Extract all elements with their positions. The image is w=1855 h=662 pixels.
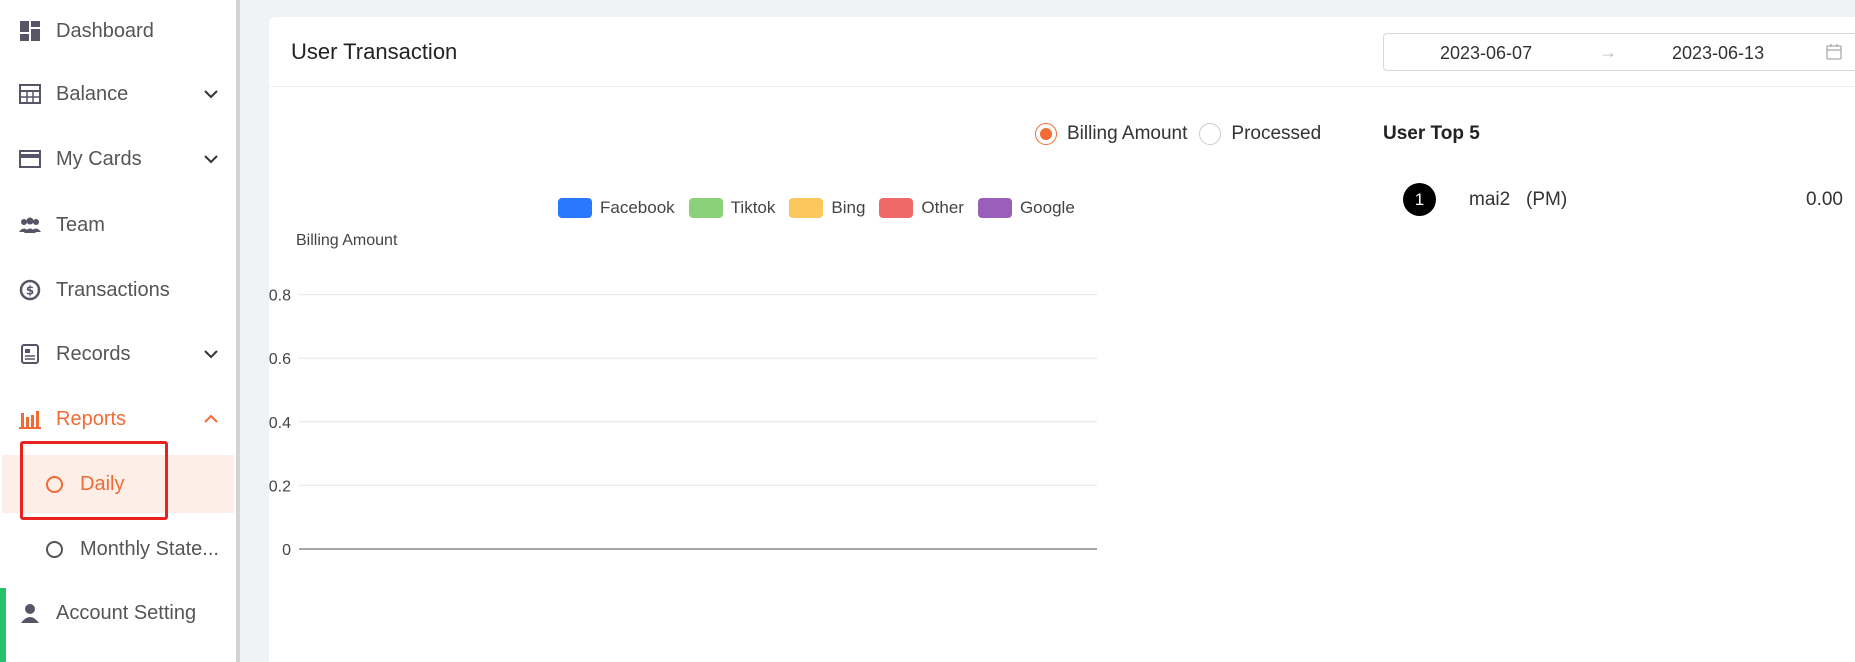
svg-text:$: $	[26, 284, 34, 298]
legend-label: Other	[921, 198, 964, 217]
circle-icon	[46, 540, 63, 558]
legend-item-bing[interactable]: Bing	[789, 198, 865, 218]
legend-item-tiktok[interactable]: Tiktok	[688, 198, 776, 218]
nav-team-label: Team	[56, 213, 105, 236]
sidebar: Dashboard Balance My Cards Team $ Transa…	[0, 0, 236, 662]
legend-label: Bing	[831, 198, 866, 217]
top5-user: mai2 (PM)	[1469, 189, 1568, 210]
circle-icon	[46, 475, 63, 493]
y-tick-label: 0.8	[269, 288, 291, 305]
card-title: User Transaction	[291, 39, 458, 64]
subnav-daily[interactable]: Daily	[2, 455, 234, 513]
card-header: User Transaction 2023-06-07 → 2023-06-13	[269, 17, 1855, 87]
y-tick-label: 0.2	[269, 478, 291, 495]
nav-dashboard[interactable]: Dashboard	[0, 3, 236, 59]
legend-label: Facebook	[600, 198, 675, 217]
nav-balance-label: Balance	[56, 82, 129, 105]
nav-balance[interactable]: Balance	[0, 66, 236, 122]
top5-row: 1 mai2 (PM) 0.00	[1403, 183, 1853, 217]
chart-legend: Facebook Tiktok Bing Other Google	[558, 198, 1089, 218]
dollar-cycle-icon: $	[18, 278, 42, 302]
nav-records[interactable]: Records	[0, 326, 236, 382]
records-icon	[18, 342, 42, 366]
chevron-down-icon	[204, 90, 218, 99]
processed-label[interactable]: Processed	[1231, 123, 1321, 145]
legend-swatch	[558, 198, 592, 218]
legend-item-other[interactable]: Other	[879, 198, 964, 218]
table-icon	[18, 82, 42, 106]
nav-reports-label: Reports	[56, 407, 127, 430]
bar-chart-icon	[18, 407, 42, 431]
legend-swatch	[688, 198, 723, 218]
legend-label: Google	[1019, 198, 1075, 217]
legend-swatch	[977, 198, 1012, 218]
billing-amount-radio[interactable]	[1035, 123, 1057, 145]
nav-transactions[interactable]: $ Transactions	[0, 262, 236, 318]
nav-my-cards-label: My Cards	[56, 147, 142, 170]
processed-radio[interactable]	[1199, 123, 1222, 145]
user-icon	[18, 601, 42, 625]
team-icon	[18, 213, 42, 237]
billing-amount-label[interactable]: Billing Amount	[1067, 123, 1187, 145]
sidebar-divider	[236, 0, 240, 662]
chevron-down-icon	[204, 155, 218, 164]
line-chart: 1 0.8 0.6 0.4 0.2 0	[269, 237, 1097, 559]
legend-item-facebook[interactable]: Facebook	[558, 198, 675, 218]
y-tick-label: 0	[282, 542, 291, 559]
y-tick-label: 1	[282, 237, 291, 241]
nav-dashboard-label: Dashboard	[56, 19, 154, 42]
card-icon	[18, 147, 42, 171]
metric-toggle: Billing Amount Processed	[1035, 123, 1333, 145]
nav-team[interactable]: Team	[0, 197, 236, 253]
nav-transactions-label: Transactions	[56, 278, 170, 301]
subnav-monthly-statement[interactable]: Monthly State...	[2, 520, 234, 578]
legend-swatch	[879, 198, 914, 218]
subnav-daily-label: Daily	[80, 472, 125, 495]
nav-records-label: Records	[56, 342, 131, 365]
nav-reports[interactable]: Reports	[0, 391, 236, 447]
chevron-up-icon	[204, 414, 218, 423]
arrow-right-icon: →	[1599, 42, 1617, 62]
legend-swatch	[789, 198, 824, 218]
calendar-icon[interactable]	[1826, 44, 1842, 60]
legend-label: Tiktok	[730, 198, 776, 217]
nav-account-setting[interactable]: Account Setting	[0, 585, 236, 641]
date-range-picker[interactable]: 2023-06-07 → 2023-06-13	[1383, 33, 1855, 71]
top5-title: User Top 5	[1383, 123, 1480, 144]
nav-account-setting-label: Account Setting	[56, 601, 197, 624]
top5-amount: 0.00	[1806, 189, 1843, 210]
legend-item-google[interactable]: Google	[977, 198, 1075, 218]
chevron-down-icon	[204, 350, 218, 359]
rank-badge: 1	[1403, 183, 1436, 216]
date-start[interactable]: 2023-06-07	[1440, 43, 1532, 64]
subnav-monthly-label: Monthly State...	[80, 537, 219, 560]
green-indicator	[0, 588, 6, 662]
y-tick-label: 0.6	[269, 351, 291, 368]
dashboard-icon	[18, 19, 42, 43]
transaction-card: User Transaction 2023-06-07 → 2023-06-13…	[269, 17, 1855, 662]
y-tick-label: 0.4	[269, 415, 291, 432]
nav-my-cards[interactable]: My Cards	[0, 131, 236, 187]
date-end[interactable]: 2023-06-13	[1672, 43, 1764, 64]
